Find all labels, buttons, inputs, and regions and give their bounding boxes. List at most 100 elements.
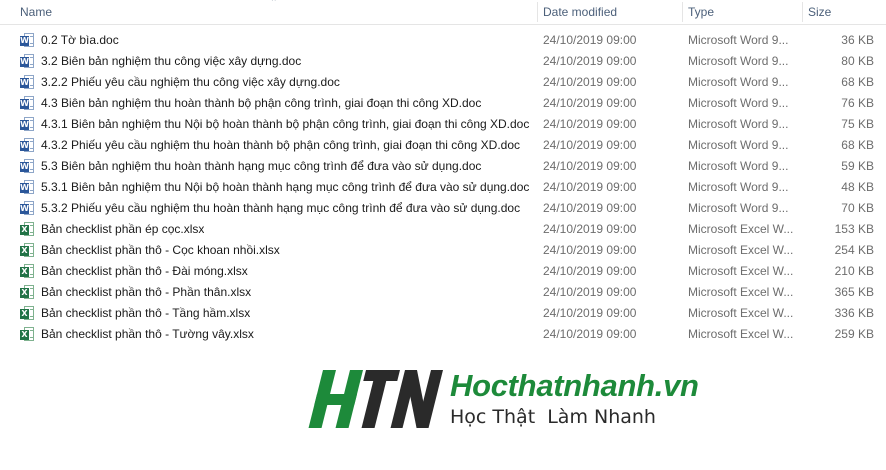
file-date-modified: 24/10/2019 09:00: [543, 138, 637, 152]
file-date-modified: 24/10/2019 09:00: [543, 117, 637, 131]
file-name-cell[interactable]: X Bản checklist phần thô - Phần thân.xlsx: [20, 282, 535, 303]
word-doc-icon: W: [20, 75, 35, 90]
file-row[interactable]: W 5.3.2 Phiếu yêu cầu nghiệm thu hoàn thà…: [0, 198, 886, 219]
file-name-cell[interactable]: W 3.2 Biên bản nghiệm thu công việc xây d…: [20, 51, 535, 72]
file-row[interactable]: W 3.2 Biên bản nghiệm thu công việc xây d…: [0, 51, 886, 72]
file-name-cell[interactable]: X Bản checklist phần ép cọc.xlsx: [20, 219, 535, 240]
file-size: 76 KB: [841, 96, 874, 110]
file-row[interactable]: X Bản checklist phần thô - Phần thân.xlsx…: [0, 282, 886, 303]
excel-sheet-icon: X: [20, 327, 35, 342]
file-date-modified: 24/10/2019 09:00: [543, 180, 637, 194]
file-size: 259 KB: [834, 327, 874, 341]
file-type: Microsoft Word 9...: [688, 159, 789, 173]
file-row[interactable]: X Bản checklist phần thô - Tầng hầm.xlsx 2…: [0, 303, 886, 324]
file-list: W 0.2 Tờ bìa.doc 24/10/2019 09:00 Microsoft…: [0, 30, 886, 345]
file-row[interactable]: X Bản checklist phần thô - Đài móng.xlsx 2…: [0, 261, 886, 282]
column-header-name[interactable]: Name: [14, 0, 534, 24]
file-row[interactable]: W 3.2.2 Phiếu yêu cầu nghiệm thu công việ…: [0, 72, 886, 93]
file-size: 254 KB: [834, 243, 874, 257]
file-name-cell[interactable]: W 4.3 Biên bản nghiệm thu hoàn thành bộ p…: [20, 93, 535, 114]
word-doc-icon: W: [20, 54, 35, 69]
excel-sheet-icon: X: [20, 243, 35, 258]
file-name: Bản checklist phần thô - Tầng hầm.xlsx: [41, 306, 251, 320]
file-date-modified: 24/10/2019 09:00: [543, 201, 637, 215]
excel-sheet-icon: X: [20, 264, 35, 279]
word-doc-icon: W: [20, 96, 35, 111]
file-type: Microsoft Word 9...: [688, 138, 789, 152]
word-doc-icon: W: [20, 180, 35, 195]
excel-sheet-icon: X: [20, 285, 35, 300]
file-date-modified: 24/10/2019 09:00: [543, 243, 637, 257]
word-doc-icon: W: [20, 159, 35, 174]
file-type: Microsoft Word 9...: [688, 201, 789, 215]
file-name: 3.2 Biên bản nghiệm thu công việc xây dự…: [41, 54, 302, 68]
file-name-cell[interactable]: W 4.3.2 Phiếu yêu cầu nghiệm thu hoàn thà…: [20, 135, 535, 156]
file-size: 68 KB: [841, 75, 874, 89]
file-name-cell[interactable]: X Bản checklist phần thô - Đài móng.xlsx: [20, 261, 535, 282]
file-name-cell[interactable]: X Bản checklist phần thô - Tầng hầm.xlsx: [20, 303, 535, 324]
file-name-cell[interactable]: X Bản checklist phần thô - Cọc khoan nhồi…: [20, 240, 535, 261]
file-name: 4.3.1 Biên bản nghiệm thu Nội bộ hoàn th…: [41, 117, 530, 131]
file-type: Microsoft Excel W...: [688, 222, 794, 236]
excel-sheet-icon: X: [20, 222, 35, 237]
word-doc-icon: W: [20, 138, 35, 153]
file-name: 5.3 Biên bản nghiệm thu hoàn thành hạng …: [41, 159, 482, 173]
file-type: Microsoft Excel W...: [688, 285, 794, 299]
file-type: Microsoft Word 9...: [688, 54, 789, 68]
word-doc-icon: W: [20, 117, 35, 132]
file-row[interactable]: W 4.3 Biên bản nghiệm thu hoàn thành bộ p…: [0, 93, 886, 114]
column-header-date-modified[interactable]: Date modified: [537, 0, 682, 24]
word-doc-icon: W: [20, 201, 35, 216]
file-size: 59 KB: [841, 159, 874, 173]
file-name: 0.2 Tờ bìa.doc: [41, 33, 119, 47]
file-date-modified: 24/10/2019 09:00: [543, 75, 637, 89]
file-date-modified: 24/10/2019 09:00: [543, 264, 637, 278]
file-size: 153 KB: [834, 222, 874, 236]
file-row[interactable]: W 5.3 Biên bản nghiệm thu hoàn thành hạng…: [0, 156, 886, 177]
file-size: 80 KB: [841, 54, 874, 68]
file-date-modified: 24/10/2019 09:00: [543, 96, 637, 110]
column-header-size[interactable]: Size: [802, 0, 886, 24]
watermark-logo: Hocthatnhanh.vn Học Thật Làm Nhanh: [308, 366, 699, 436]
file-date-modified: 24/10/2019 09:00: [543, 222, 637, 236]
file-row[interactable]: X Bản checklist phần ép cọc.xlsx 24/10/201…: [0, 219, 886, 240]
file-name: 3.2.2 Phiếu yêu cầu nghiệm thu công việc…: [41, 75, 340, 89]
file-name: 4.3.2 Phiếu yêu cầu nghiệm thu hoàn thàn…: [41, 138, 521, 152]
file-size: 36 KB: [841, 33, 874, 47]
file-name: 5.3.1 Biên bản nghiệm thu Nội bộ hoàn th…: [41, 180, 530, 194]
file-row[interactable]: W 5.3.1 Biên bản nghiệm thu Nội bộ hoàn t…: [0, 177, 886, 198]
file-type: Microsoft Excel W...: [688, 327, 794, 341]
file-row[interactable]: W 0.2 Tờ bìa.doc 24/10/2019 09:00 Microsoft…: [0, 30, 886, 51]
file-type: Microsoft Word 9...: [688, 117, 789, 131]
file-row[interactable]: W 4.3.2 Phiếu yêu cầu nghiệm thu hoàn thà…: [0, 135, 886, 156]
file-name-cell[interactable]: X Bản checklist phần thô - Tường vây.xlsx: [20, 324, 535, 345]
file-date-modified: 24/10/2019 09:00: [543, 285, 637, 299]
file-size: 48 KB: [841, 180, 874, 194]
file-type: Microsoft Excel W...: [688, 243, 794, 257]
file-name-cell[interactable]: W 5.3.2 Phiếu yêu cầu nghiệm thu hoàn thà…: [20, 198, 535, 219]
file-date-modified: 24/10/2019 09:00: [543, 306, 637, 320]
file-name-cell[interactable]: W 0.2 Tờ bìa.doc: [20, 30, 535, 51]
file-date-modified: 24/10/2019 09:00: [543, 159, 637, 173]
file-row[interactable]: W 4.3.1 Biên bản nghiệm thu Nội bộ hoàn t…: [0, 114, 886, 135]
file-row[interactable]: X Bản checklist phần thô - Tường vây.xlsx…: [0, 324, 886, 345]
file-name: Bản checklist phần thô - Cọc khoan nhồi.…: [41, 243, 280, 257]
brand-tagline: Học Thật Làm Nhanh: [450, 406, 656, 428]
word-doc-icon: W: [20, 33, 35, 48]
file-type: Microsoft Word 9...: [688, 96, 789, 110]
file-name-cell[interactable]: W 5.3.1 Biên bản nghiệm thu Nội bộ hoàn t…: [20, 177, 535, 198]
file-row[interactable]: X Bản checklist phần thô - Cọc khoan nhồi…: [0, 240, 886, 261]
file-date-modified: 24/10/2019 09:00: [543, 54, 637, 68]
htn-logo-mark: [308, 370, 444, 428]
file-size: 365 KB: [834, 285, 874, 299]
file-date-modified: 24/10/2019 09:00: [543, 327, 637, 341]
file-name: Bản checklist phần thô - Tường vây.xlsx: [41, 327, 254, 341]
file-name-cell[interactable]: W 5.3 Biên bản nghiệm thu hoàn thành hạng…: [20, 156, 535, 177]
file-name-cell[interactable]: W 4.3.1 Biên bản nghiệm thu Nội bộ hoàn t…: [20, 114, 535, 135]
brand-site-name: Hocthatnhanh.vn: [450, 368, 699, 403]
file-type: Microsoft Word 9...: [688, 180, 789, 194]
column-header-type[interactable]: Type: [682, 0, 802, 24]
file-name-cell[interactable]: W 3.2.2 Phiếu yêu cầu nghiệm thu công việ…: [20, 72, 535, 93]
file-name: Bản checklist phần thô - Đài móng.xlsx: [41, 264, 248, 278]
file-name: Bản checklist phần ép cọc.xlsx: [41, 222, 205, 236]
